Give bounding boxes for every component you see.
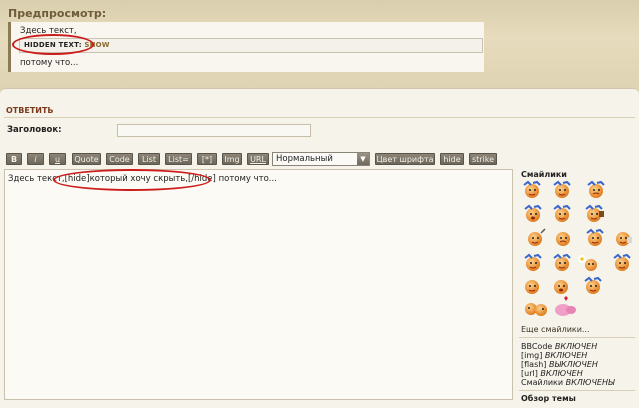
img-button[interactable]: Img <box>222 153 242 165</box>
status-label: [url] <box>521 369 538 378</box>
smiley-icon[interactable] <box>587 180 605 198</box>
preview-line-3: потому что... <box>20 58 79 68</box>
smiley-icon[interactable] <box>613 253 631 271</box>
subject-label: Заголовок: <box>7 125 62 135</box>
bold-button[interactable]: B <box>6 153 22 165</box>
smiley-icon[interactable] <box>585 204 604 222</box>
strike-button[interactable]: strike <box>469 153 497 165</box>
smiley-icon[interactable] <box>586 228 604 246</box>
preview-title: Предпросмотр: <box>8 7 107 20</box>
smiley-icon[interactable] <box>578 255 597 271</box>
subject-input[interactable] <box>117 124 311 137</box>
font-size-value: Нормальный <box>276 154 333 164</box>
italic-button[interactable]: i <box>27 153 44 165</box>
status-value: ВКЛЮЧЕН <box>544 351 588 360</box>
status-value: ВЫКЛЮЧЕН <box>548 360 598 369</box>
smiley-icon[interactable] <box>525 303 547 316</box>
smiley-icon[interactable] <box>553 204 571 222</box>
smiley-icon[interactable] <box>523 180 541 198</box>
underline-button[interactable]: u <box>49 153 66 165</box>
smiley-icon[interactable] <box>556 232 570 246</box>
message-textarea[interactable]: Здесь текст,[hide]который хочу скрыть,[/… <box>4 169 513 400</box>
smileys-title: Смайлики <box>521 170 567 179</box>
smiley-icon[interactable] <box>553 253 571 271</box>
font-color-button[interactable]: Цвет шрифта <box>375 153 435 165</box>
status-label: [flash] <box>521 360 547 369</box>
reply-panel: ОТВЕТИТЬ Заголовок: B i u Quote Code Lis… <box>0 88 639 408</box>
topic-review-title[interactable]: Обзор темы <box>521 394 576 403</box>
smiley-icon[interactable] <box>584 276 602 294</box>
status-flash: [flash] ВЫКЛЮЧЕН <box>521 360 598 369</box>
status-label: [img] <box>521 351 543 360</box>
red-annotation-oval-editor <box>53 169 211 191</box>
hide-button[interactable]: hide <box>440 153 464 165</box>
list-button[interactable]: List <box>138 153 160 165</box>
status-value: ВКЛЮЧЕН <box>540 369 583 378</box>
url-button[interactable]: URL <box>247 153 269 165</box>
status-label: BBCode <box>521 342 553 351</box>
chevron-down-icon[interactable]: ▼ <box>357 153 369 165</box>
message-text-after: потому что... <box>218 174 277 184</box>
status-value: ВКЛЮЧЕНЫ <box>565 378 615 387</box>
reply-title: ОТВЕТИТЬ <box>6 106 54 115</box>
smiley-icon[interactable] <box>616 232 632 246</box>
smileys-grid <box>523 180 632 316</box>
reply-divider <box>4 117 635 118</box>
font-size-select[interactable]: Нормальный ▼ <box>272 152 370 166</box>
smiley-icon[interactable] <box>524 204 542 222</box>
status-label: Смайлики <box>521 378 564 387</box>
smiley-icon[interactable] <box>554 280 568 294</box>
list-item-button[interactable]: [*] <box>197 153 217 165</box>
smiley-icon[interactable] <box>553 180 571 198</box>
heart-kiss-icon[interactable] <box>555 296 576 316</box>
quote-button[interactable]: Quote <box>72 153 101 165</box>
code-button[interactable]: Code <box>106 153 133 165</box>
smiley-icon[interactable] <box>524 253 542 271</box>
more-smileys-link[interactable]: Еще смайлики... <box>521 325 590 334</box>
status-bbcode: BBCode ВКЛЮЧЕН <box>521 342 597 351</box>
sidebar-divider <box>519 337 635 338</box>
status-url: [url] ВКЛЮЧЕН <box>521 369 583 378</box>
red-annotation-oval-preview <box>12 34 94 55</box>
status-smileys: Смайлики ВКЛЮЧЕНЫ <box>521 378 615 387</box>
topic-divider <box>519 390 635 391</box>
status-img: [img] ВКЛЮЧЕН <box>521 351 587 360</box>
ordered-list-button[interactable]: List= <box>165 153 192 165</box>
status-value: ВКЛЮЧЕН <box>554 342 598 351</box>
smiley-icon[interactable] <box>525 280 539 294</box>
smiley-icon[interactable] <box>528 228 546 246</box>
